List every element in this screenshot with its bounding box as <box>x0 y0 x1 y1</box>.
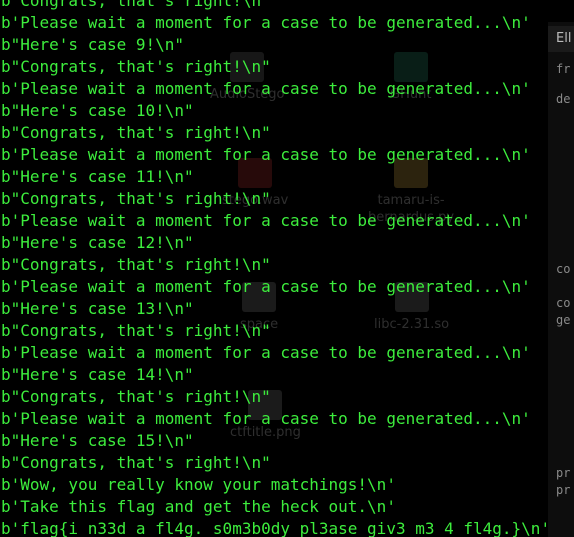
terminal-line: b"Congrats, that's right!\n" <box>1 387 271 406</box>
terminal-line: b"Congrats, that's right!\n" <box>1 255 271 274</box>
terminal-line: b"Here's case 13!\n" <box>1 299 194 318</box>
terminal-line: b'Please wait a moment for a case to be … <box>1 13 531 32</box>
terminal-line: b"Here's case 10!\n" <box>1 101 194 120</box>
terminal-line: b"Congrats, that's right!\n" <box>1 453 271 472</box>
terminal-line: b"Here's case 12!\n" <box>1 233 194 252</box>
terminal-line: b"Here's case 14!\n" <box>1 365 194 384</box>
terminal-output[interactable]: b"Congrats, that's right!\n" b'Please wa… <box>0 0 574 537</box>
terminal-line: b"Congrats, that's right!\n" <box>1 321 271 340</box>
terminal-line: b"Congrats, that's right!\n" <box>1 57 271 76</box>
terminal-line: b'Please wait a moment for a case to be … <box>1 409 531 428</box>
terminal-line: b'Please wait a moment for a case to be … <box>1 343 531 362</box>
terminal-line: b'Please wait a moment for a case to be … <box>1 145 531 164</box>
terminal-line: b"Congrats, that's right!\n" <box>1 123 271 142</box>
terminal-line: b"Congrats, that's right!\n" <box>1 0 271 10</box>
terminal-line: b'Please wait a moment for a case to be … <box>1 211 531 230</box>
terminal-line: b'Take this flag and get the heck out.\n… <box>1 497 396 516</box>
terminal-line: b'Please wait a moment for a case to be … <box>1 277 531 296</box>
terminal-line: b"Here's case 9!\n" <box>1 35 185 54</box>
terminal-flag-line: b'flag{i_n33d_a_fl4g._s0m3b0dy_pl3ase_gi… <box>1 519 551 537</box>
desktop-screen: AudioStego GHunt stego.wav tamaru-is- be… <box>0 0 574 537</box>
terminal-line: b'Please wait a moment for a case to be … <box>1 79 531 98</box>
terminal-line: b"Congrats, that's right!\n" <box>1 189 271 208</box>
terminal-line: b"Here's case 15!\n" <box>1 431 194 450</box>
terminal-line: b'Wow, you really know your matchings!\n… <box>1 475 396 494</box>
terminal-line: b"Here's case 11!\n" <box>1 167 194 186</box>
